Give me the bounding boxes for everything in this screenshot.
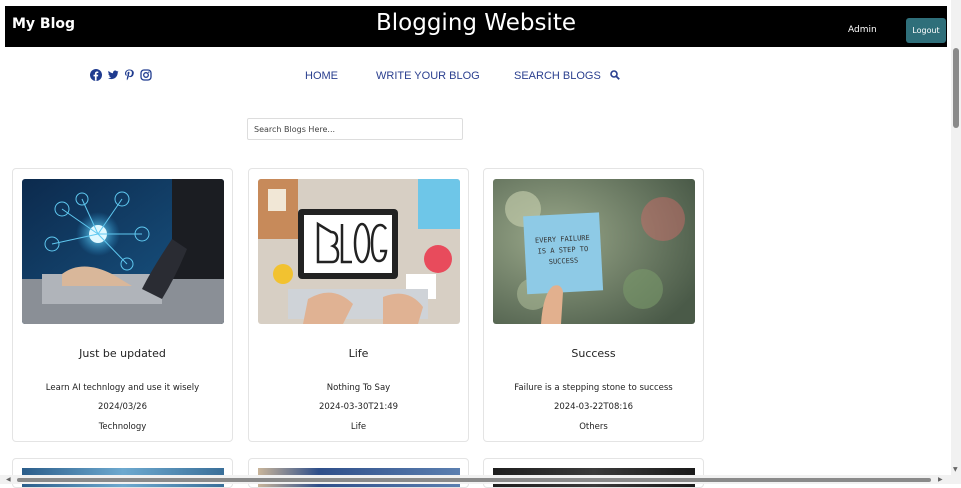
nav-search-label: SEARCH BLOGS: [514, 70, 601, 82]
blog-desk-image: [258, 179, 460, 324]
site-title: Blogging Website: [375, 10, 576, 36]
pinterest-icon[interactable]: [124, 69, 135, 81]
card-title[interactable]: Success: [484, 347, 703, 360]
card-date: 2024-03-30T21:49: [318, 402, 399, 412]
blog-card[interactable]: Just be updated Learn AI technlogy and u…: [12, 168, 233, 442]
card-category: Others: [579, 422, 608, 432]
note-line-3: SUCCESS: [549, 257, 579, 267]
social-links: [90, 69, 152, 81]
scroll-right-icon[interactable]: ▶: [938, 476, 943, 483]
card-date: 2024-03-22T08:16: [553, 402, 634, 412]
card-category: Technology: [98, 422, 147, 432]
scroll-down-icon[interactable]: ▼: [953, 466, 958, 473]
scroll-left-icon[interactable]: ◀: [6, 476, 11, 483]
blog-card[interactable]: EVERY FAILURE IS A STEP TO SUCCESS Succe…: [483, 168, 704, 442]
card-description: Failure is a stepping stone to success: [514, 383, 673, 393]
twitter-icon[interactable]: [107, 69, 119, 81]
card-date: 2024/03/26: [98, 402, 147, 412]
instagram-icon[interactable]: [140, 69, 152, 81]
search-input[interactable]: [247, 118, 463, 140]
card-description: Learn AI technlogy and use it wisely: [45, 383, 200, 393]
card-title[interactable]: Life: [249, 347, 468, 360]
horizontal-scroll-thumb[interactable]: [17, 478, 931, 482]
card-title[interactable]: Just be updated: [13, 347, 232, 360]
card-description: Nothing To Say: [326, 383, 391, 393]
logout-button[interactable]: Logout: [906, 18, 946, 43]
facebook-icon[interactable]: [90, 69, 102, 81]
ai-laptop-image: [22, 179, 224, 324]
nav-search-blogs[interactable]: SEARCH BLOGS: [514, 70, 620, 82]
blog-card[interactable]: Life Nothing To Say 2024-03-30T21:49 Lif…: [248, 168, 469, 442]
user-name: Admin: [848, 25, 877, 35]
nav-home[interactable]: HOME: [305, 70, 338, 82]
vertical-scroll-thumb[interactable]: [953, 48, 959, 128]
card-category: Life: [350, 422, 367, 432]
nav-write-blog[interactable]: WRITE YOUR BLOG: [376, 70, 480, 82]
search-icon: [610, 70, 620, 80]
top-navbar: My Blog Blogging Website Admin Logout: [5, 6, 947, 47]
success-note-image: EVERY FAILURE IS A STEP TO SUCCESS: [493, 179, 695, 324]
